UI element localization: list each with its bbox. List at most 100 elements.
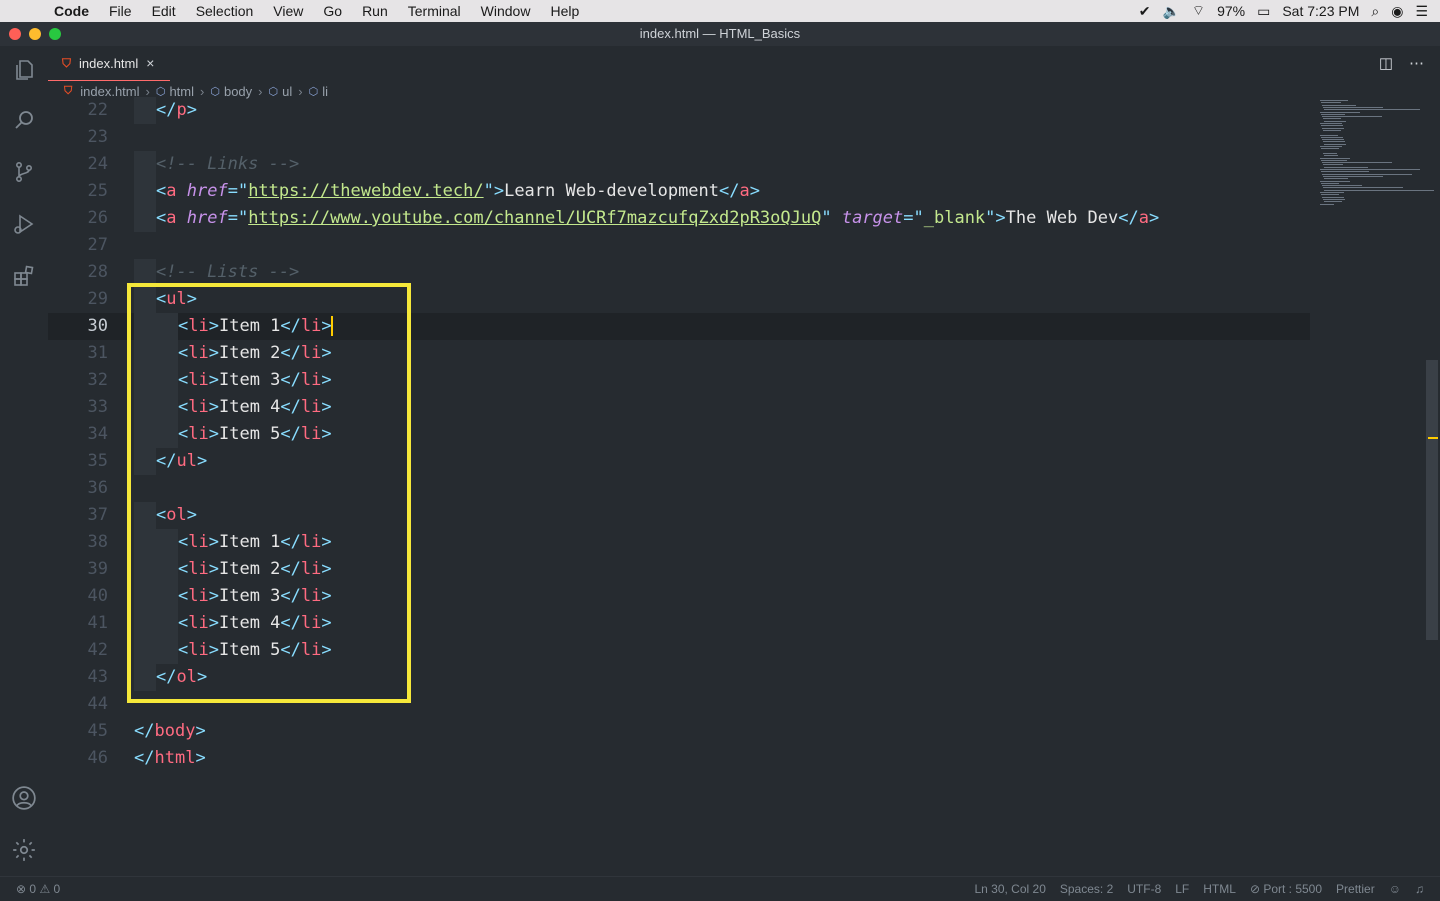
minimap-line: [1320, 111, 1360, 113]
extensions-icon[interactable]: [10, 262, 38, 290]
line-number[interactable]: 46: [48, 745, 108, 772]
menu-edit[interactable]: Edit: [152, 3, 176, 19]
code-line[interactable]: 25 <a href="https://thewebdev.tech/">Lear…: [48, 178, 1310, 205]
checkmark-status-icon[interactable]: ✔: [1139, 3, 1151, 20]
line-number[interactable]: 36: [48, 475, 108, 502]
code-line[interactable]: 23: [48, 124, 1310, 151]
minimap-line: [1323, 152, 1337, 154]
clock[interactable]: Sat 7:23 PM: [1282, 3, 1359, 19]
element-icon: ⬡: [155, 85, 166, 98]
run-debug-icon[interactable]: [10, 210, 38, 238]
battery-percent[interactable]: 97%: [1217, 3, 1245, 19]
line-number[interactable]: 39: [48, 556, 108, 583]
encoding[interactable]: UTF-8: [1127, 882, 1161, 896]
wifi-icon[interactable]: ⌔: [1192, 2, 1205, 20]
minimize-window-button[interactable]: [29, 28, 41, 40]
line-number[interactable]: 31: [48, 340, 108, 367]
window-controls: [9, 28, 61, 40]
menu-run[interactable]: Run: [362, 3, 388, 19]
menu-help[interactable]: Help: [550, 3, 579, 19]
menu-view[interactable]: View: [273, 3, 303, 19]
problems-indicator[interactable]: ⊗ 0 ⚠ 0: [16, 882, 60, 896]
code-line[interactable]: 45 </body>: [48, 718, 1310, 745]
code-line[interactable]: 24 <!-- Links -->: [48, 151, 1310, 178]
code-line[interactable]: 26 <a href="https://www.youtube.com/chann…: [48, 205, 1310, 232]
code-line[interactable]: 22 </p>: [48, 97, 1310, 124]
line-number[interactable]: 28: [48, 259, 108, 286]
close-tab-icon[interactable]: ×: [146, 55, 154, 71]
end-of-line[interactable]: LF: [1175, 882, 1189, 896]
siri-icon[interactable]: ◉: [1391, 3, 1403, 20]
notifications-bell-icon[interactable]: ♫: [1415, 882, 1424, 896]
line-number[interactable]: 41: [48, 610, 108, 637]
settings-gear-icon[interactable]: [10, 836, 38, 864]
html5-file-icon: ⛉: [64, 84, 73, 97]
line-number[interactable]: 22: [48, 97, 108, 124]
line-number[interactable]: 44: [48, 691, 108, 718]
minimap-line: [1321, 171, 1369, 173]
line-number[interactable]: 43: [48, 664, 108, 691]
line-number[interactable]: 40: [48, 583, 108, 610]
spotlight-search-icon[interactable]: ⌕: [1371, 3, 1379, 20]
minimap-line: [1324, 201, 1342, 203]
code-line[interactable]: 46 </html>: [48, 745, 1310, 772]
language-mode[interactable]: HTML: [1203, 882, 1236, 896]
window-title: index.html — HTML_Basics: [0, 22, 1440, 46]
more-actions-icon[interactable]: ⋯: [1409, 54, 1424, 72]
line-number[interactable]: 37: [48, 502, 108, 529]
line-number[interactable]: 30: [48, 313, 108, 340]
menu-selection[interactable]: Selection: [196, 3, 254, 19]
minimap-line: [1320, 157, 1350, 159]
code-line[interactable]: 27: [48, 232, 1310, 259]
line-number[interactable]: 33: [48, 394, 108, 421]
indentation[interactable]: Spaces: 2: [1060, 882, 1113, 896]
line-number[interactable]: 32: [48, 367, 108, 394]
menu-file[interactable]: File: [109, 3, 132, 19]
close-window-button[interactable]: [9, 28, 21, 40]
menu-terminal[interactable]: Terminal: [408, 3, 461, 19]
code-line[interactable]: 28 <!-- Lists -->: [48, 259, 1310, 286]
search-icon[interactable]: [10, 106, 38, 134]
formatter[interactable]: Prettier: [1336, 882, 1375, 896]
line-number[interactable]: 35: [48, 448, 108, 475]
maximize-window-button[interactable]: [49, 28, 61, 40]
minimap[interactable]: [1316, 100, 1434, 210]
line-number[interactable]: 34: [48, 421, 108, 448]
tab-index-html[interactable]: ⛉ index.html ×: [48, 46, 170, 81]
minimap-line: [1323, 187, 1403, 189]
line-code: <!-- Lists -->: [156, 262, 300, 282]
line-number[interactable]: 27: [48, 232, 108, 259]
line-number[interactable]: 23: [48, 124, 108, 151]
vertical-scrollbar[interactable]: [1426, 360, 1438, 640]
feedback-icon[interactable]: ☺: [1389, 882, 1401, 896]
minimap-line: [1321, 148, 1339, 150]
source-control-icon[interactable]: [10, 158, 38, 186]
line-code: <!-- Links -->: [156, 154, 300, 174]
live-server-port[interactable]: ⊘ Port : 5500: [1250, 882, 1322, 896]
app-menu[interactable]: Code: [54, 3, 89, 19]
volume-icon[interactable]: 🔈: [1162, 3, 1179, 20]
line-number[interactable]: 29: [48, 286, 108, 313]
element-icon: ⬡: [210, 85, 220, 98]
line-number[interactable]: 38: [48, 529, 108, 556]
menu-window[interactable]: Window: [481, 3, 531, 19]
editor-tab-bar: ⛉ index.html × ◫ ⋯: [48, 46, 1440, 81]
error-icon: ⊗: [16, 882, 27, 896]
line-number[interactable]: 24: [48, 151, 108, 178]
line-number[interactable]: 42: [48, 637, 108, 664]
line-number[interactable]: 25: [48, 178, 108, 205]
menu-go[interactable]: Go: [323, 3, 342, 19]
control-center-icon[interactable]: ☰: [1415, 3, 1428, 20]
minimap-line: [1324, 120, 1346, 122]
element-icon: ⬡: [308, 85, 319, 98]
minimap-line: [1320, 169, 1420, 170]
split-editor-icon[interactable]: ◫: [1379, 54, 1393, 72]
files-icon[interactable]: [10, 56, 38, 84]
battery-icon[interactable]: ▭: [1257, 3, 1270, 20]
account-icon[interactable]: [10, 784, 38, 812]
line-number[interactable]: 45: [48, 718, 108, 745]
line-code: </p>: [156, 100, 197, 120]
cursor-position[interactable]: Ln 30, Col 20: [974, 882, 1045, 896]
line-number[interactable]: 26: [48, 205, 108, 232]
line-code: <a href="https://www.youtube.com/channel…: [156, 208, 1160, 228]
